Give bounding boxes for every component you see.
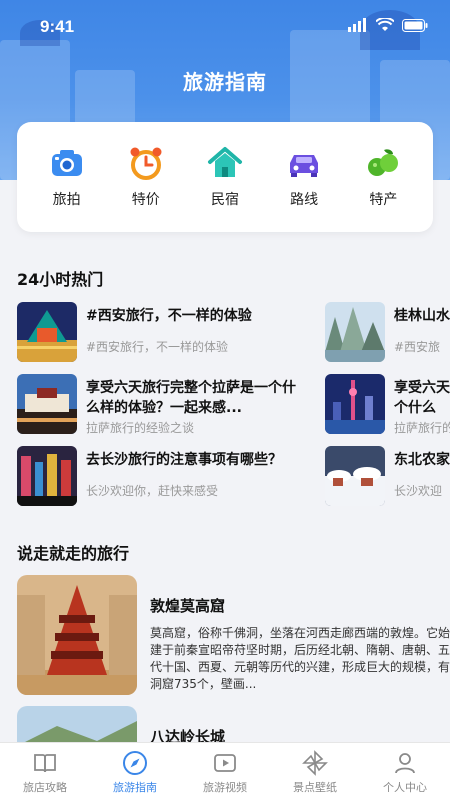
category-homestay[interactable]: 民宿 [193,145,257,209]
tab-label: 旅店攻略 [23,781,67,794]
hot-subtitle: 长沙欢迎你，赶快来感受 [86,484,219,498]
hot-list-item[interactable]: 桂林山水 #西安旅 [325,302,450,362]
hot-subtitle: #西安旅行，不一样的体验 [86,340,229,354]
fruit-icon [368,149,399,176]
compass-icon [123,751,147,775]
tab-hotel-guide[interactable]: 旅店攻略 [0,743,90,800]
hot-title: 东北农家 [394,452,450,468]
category-special-offer[interactable]: 特价 [114,145,178,209]
hot-list-item[interactable]: #西安旅行，不一样的体验 #西安旅行，不一样的体验 [17,302,307,362]
hot-title: 去长沙旅行的注意事项有哪些？ [86,452,282,468]
camera-icon [51,150,82,176]
user-icon [395,753,415,774]
tab-travel-video[interactable]: 旅游视频 [180,743,270,800]
hot-title: 享受六天个什么 [394,380,450,416]
xian-thumbnail [17,302,77,362]
category-label: 旅拍 [52,192,81,208]
hot-title: 享受六天旅行完整个拉萨是一个什么样的体验？一起来感... [86,380,296,416]
great-wall-image [17,706,137,742]
bottom-tab-bar: 旅店攻略 旅游指南 旅游视频 景点壁纸 个人中心 [0,742,450,800]
hot-list-item[interactable]: 享受六天个什么 拉萨旅行的 [325,374,450,434]
lhasa-thumbnail [17,374,77,434]
northeast-thumbnail [325,446,385,506]
category-label: 民宿 [210,192,239,208]
house-icon [207,147,242,177]
battery-icon [402,18,428,32]
signal-icon [348,18,366,32]
hot-list-item[interactable]: 东北农家 长沙欢迎 [325,446,450,506]
pinwheel-icon [302,750,328,776]
hot-title: 桂林山水 [394,308,450,324]
tab-travel-guide[interactable]: 旅游指南 [90,743,180,800]
category-label: 特价 [131,192,160,208]
alarm-clock-icon [130,147,162,180]
status-time: 9:41 [40,17,75,36]
trip-title: 八达岭长城 [150,728,226,742]
status-bar: 9:41 [0,0,450,54]
book-icon [34,754,56,773]
category-route[interactable]: 路线 [272,145,336,209]
tab-label: 个人中心 [383,781,427,794]
mogao-caves-image [17,575,137,695]
hot-subtitle: 拉萨旅行的经验之谈 [86,421,195,435]
tab-scenic-wallpaper[interactable]: 景点壁纸 [270,743,360,800]
hot-section-heading: 24小时热门 [17,270,104,289]
car-icon [290,155,319,177]
hot-subtitle: 拉萨旅行的 [394,421,450,434]
trip-description: 莫高窟，俗称千佛洞，坐落在河西走廊西端的敦煌。它始建于前秦宣昭帝苻坚时期，后历经… [150,626,450,691]
wifi-icon [376,18,394,31]
trip-card[interactable]: 八达岭长城 [17,706,433,742]
hot-list-item[interactable]: 享受六天旅行完整个拉萨是一个什么样的体验？一起来感... 拉萨旅行的经验之谈 [17,374,307,435]
guilin-thumbnail [325,302,385,362]
category-local-product[interactable]: 特产 [351,145,415,209]
tab-label: 旅游视频 [203,781,247,794]
hot-subtitle: #西安旅 [394,340,441,354]
trip-card[interactable]: 敦煌莫高窟 莫高窟，俗称千佛洞，坐落在河西走廊西端的敦煌。它始建于前秦宣昭帝苻坚… [17,575,450,695]
tab-label: 旅游指南 [113,781,157,794]
changsha-thumbnail [17,446,77,506]
tab-label: 景点壁纸 [293,781,337,794]
hot-title: #西安旅行，不一样的体验 [86,308,252,324]
trip-section-heading: 说走就走的旅行 [17,544,130,563]
category-label: 特产 [369,192,398,208]
shanghai-thumbnail [325,374,385,434]
hot-list-item[interactable]: 去长沙旅行的注意事项有哪些？ 长沙欢迎你，赶快来感受 [17,446,307,506]
category-label: 路线 [290,192,319,208]
page-title: 旅游指南 [183,70,267,94]
category-card: 旅拍 特价 民宿 路线 特产 [17,122,433,232]
video-icon [214,754,236,772]
category-travel-photo[interactable]: 旅拍 [35,145,99,209]
hot-subtitle: 长沙欢迎 [394,484,443,498]
trip-title: 敦煌莫高窟 [150,597,226,615]
tab-personal-center[interactable]: 个人中心 [360,743,450,800]
